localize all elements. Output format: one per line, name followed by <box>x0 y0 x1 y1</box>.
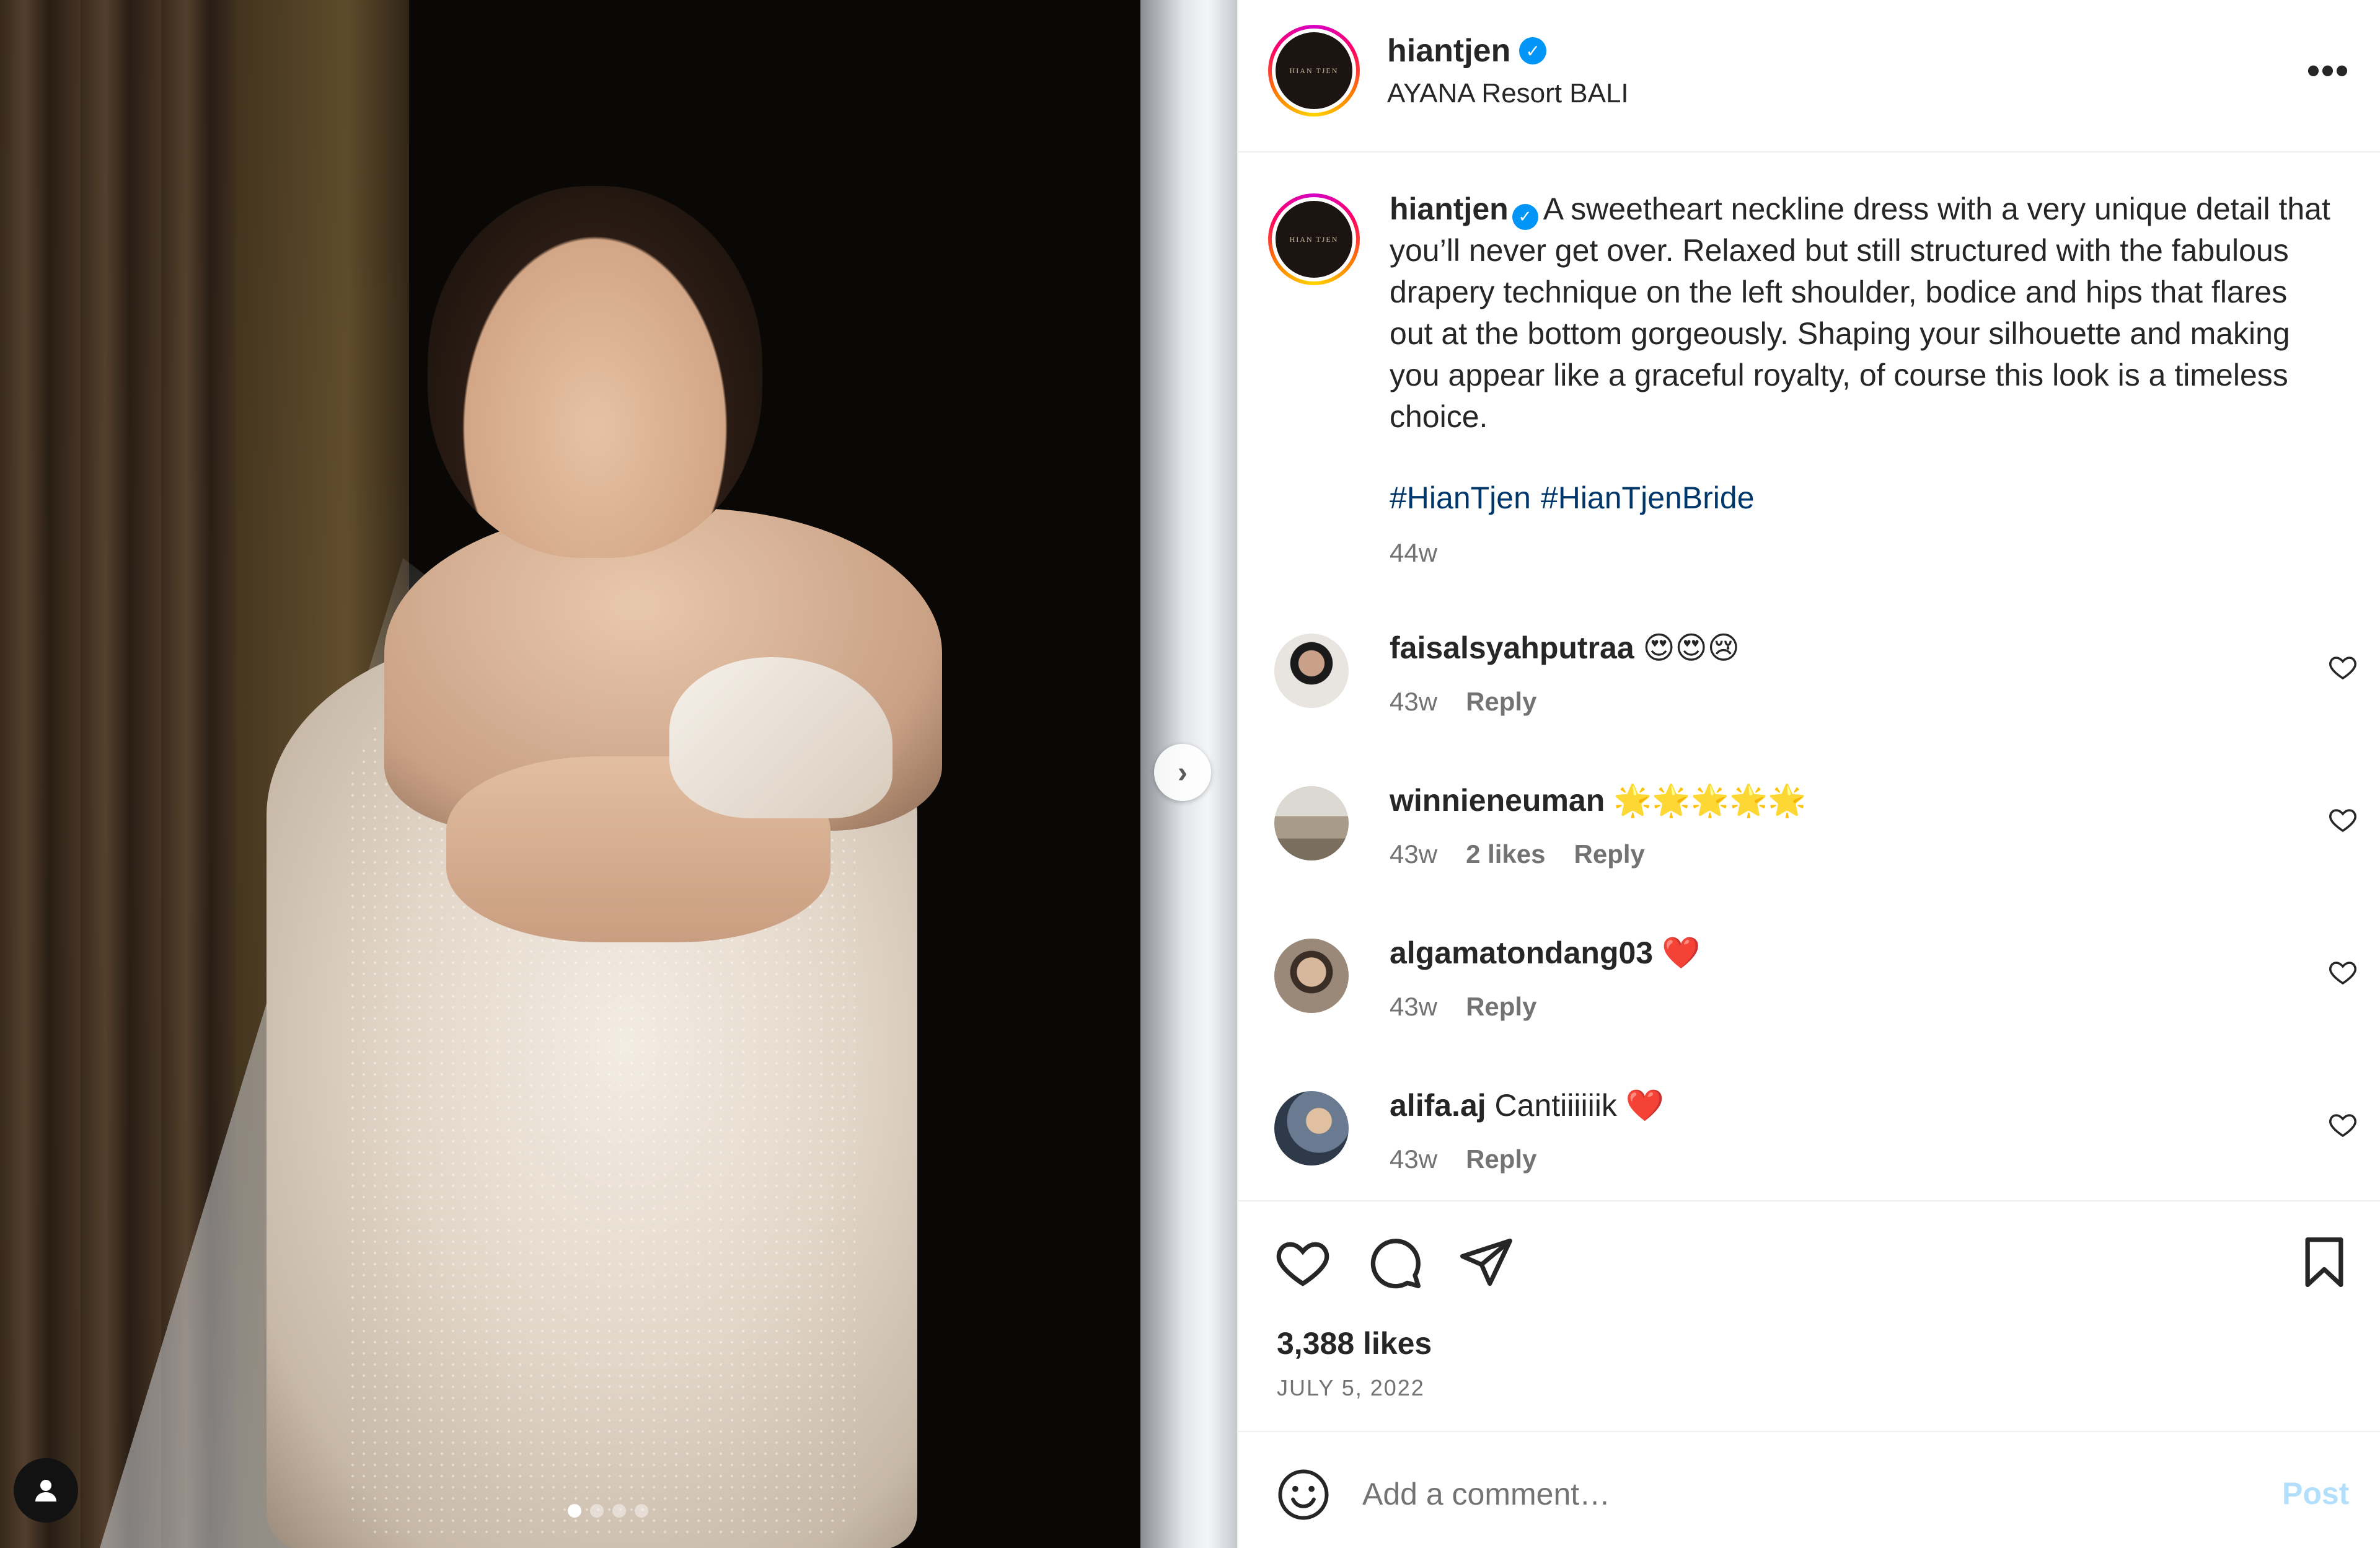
comment-item: faisalsyahputraa 😍😍😢 43w Reply <box>1268 630 2359 754</box>
carousel-dot <box>590 1504 604 1518</box>
more-icon: ••• <box>2307 50 2350 91</box>
carousel-dot <box>612 1504 626 1518</box>
commenter-avatar[interactable] <box>1274 1091 1349 1165</box>
comment-text: algamatondang03 ❤️ <box>1390 935 1700 971</box>
comment-input[interactable] <box>1362 1463 2193 1525</box>
commenter-avatar[interactable] <box>1274 634 1349 708</box>
comment-item: algamatondang03 ❤️ 43w Reply <box>1268 935 2359 1059</box>
commenter-avatar[interactable] <box>1274 939 1349 1013</box>
hashtag-link[interactable]: #HianTjenBride <box>1541 480 1755 516</box>
comment-body: ❤️ <box>1662 935 1701 970</box>
post-header: HIAN TJEN hiantjen ✓ AYANA Resort BALI •… <box>1238 0 2380 153</box>
comment-icon[interactable] <box>1366 1234 1423 1291</box>
post-location[interactable]: AYANA Resort BALI <box>1387 78 1629 109</box>
commenter-username[interactable]: alifa.aj <box>1390 1088 1486 1123</box>
verified-badge-icon: ✓ <box>1512 203 1538 230</box>
comment-body: 😍😍😢 <box>1642 630 1740 665</box>
commenter-username[interactable]: winnieneuman <box>1390 783 1605 818</box>
comment-meta: 43w Reply <box>1390 1144 1536 1174</box>
commenter-username[interactable]: faisalsyahputraa <box>1390 630 1634 665</box>
comment-like-heart-icon[interactable] <box>2328 652 2358 682</box>
comment-like-heart-icon[interactable] <box>2328 1110 2358 1139</box>
emoji-icon[interactable] <box>1276 1467 1331 1523</box>
comment-time: 43w <box>1390 1144 1438 1174</box>
comment-likes-count[interactable]: 2 likes <box>1466 839 1545 869</box>
caption-text: hiantjen ✓ A sweetheart neckline dress wit… <box>1390 188 2338 438</box>
likes-count[interactable]: 3,388 likes <box>1277 1325 1432 1361</box>
comment-reply-button[interactable]: Reply <box>1466 992 1536 1022</box>
comment-item: alifa.aj Cantiiiiiik ❤️ 43w Reply <box>1268 1087 2359 1200</box>
comment-reply-button[interactable]: Reply <box>1574 839 1645 869</box>
like-heart-icon[interactable] <box>1274 1234 1331 1291</box>
commenter-username[interactable]: algamatondang03 <box>1390 935 1653 970</box>
comment-composer: Post <box>1238 1431 2380 1548</box>
author-username[interactable]: hiantjen <box>1387 32 1510 69</box>
caption-hashtags: #HianTjen #HianTjenBride <box>1390 480 1755 516</box>
comment-reply-button[interactable]: Reply <box>1466 1144 1536 1174</box>
carousel-next-button[interactable]: › <box>1154 744 1211 801</box>
comment-time: 43w <box>1390 992 1438 1021</box>
carousel-dot <box>635 1504 648 1518</box>
post-date: JULY 5, 2022 <box>1277 1375 1425 1400</box>
author-username-row: hiantjen ✓ <box>1387 32 1547 69</box>
comment-text: alifa.aj Cantiiiiiik ❤️ <box>1390 1087 1664 1124</box>
caption-username[interactable]: hiantjen <box>1390 192 1509 226</box>
comment-meta: 43w Reply <box>1390 687 1536 717</box>
caption-timestamp: 44w <box>1390 538 1438 567</box>
comment-item: winnieneuman 🌟🌟🌟🌟🌟 43w 2 likes Reply <box>1268 782 2359 906</box>
comment-meta: 43w Reply <box>1390 992 1536 1022</box>
avatar-logo: HIAN TJEN <box>1276 32 1352 109</box>
comment-text: faisalsyahputraa 😍😍😢 <box>1390 630 1740 666</box>
more-options-button[interactable]: ••• <box>2307 52 2350 89</box>
commenter-avatar[interactable] <box>1274 786 1349 860</box>
verified-badge-icon: ✓ <box>1519 37 1547 64</box>
comment-body: 🌟🌟🌟🌟🌟 <box>1613 783 1807 818</box>
carousel-dot <box>568 1504 581 1518</box>
author-avatar[interactable]: HIAN TJEN <box>1268 25 1360 117</box>
comment-reply-button[interactable]: Reply <box>1466 687 1536 717</box>
post-comment-button[interactable]: Post <box>2282 1475 2349 1511</box>
post-actions: 3,388 likes JULY 5, 2022 <box>1238 1200 2380 1431</box>
comments-scroll-area[interactable]: HIAN TJEN hiantjen ✓ A sweetheart neckline… <box>1238 153 2380 1200</box>
chevron-right-icon: › <box>1178 756 1188 789</box>
caption-avatar[interactable]: HIAN TJEN <box>1268 193 1360 285</box>
comment-time: 43w <box>1390 839 1438 869</box>
comment-time: 43w <box>1390 687 1438 716</box>
user-tag-icon <box>35 1480 56 1502</box>
comment-text: winnieneuman 🌟🌟🌟🌟🌟 <box>1390 782 1806 819</box>
bookmark-icon[interactable] <box>2296 1234 2353 1291</box>
bride-head <box>428 186 762 558</box>
comment-body: Cantiiiiiik ❤️ <box>1494 1088 1664 1123</box>
tagged-users-button[interactable] <box>14 1458 78 1523</box>
carousel-dots <box>568 1504 648 1518</box>
post-details-panel: HIAN TJEN hiantjen ✓ AYANA Resort BALI •… <box>1237 0 2380 1548</box>
comment-like-heart-icon[interactable] <box>2328 805 2358 834</box>
comment-like-heart-icon[interactable] <box>2328 957 2358 987</box>
post-media[interactable]: › <box>0 0 1237 1548</box>
comment-meta: 43w 2 likes Reply <box>1390 839 1645 869</box>
share-icon[interactable] <box>1458 1234 1515 1291</box>
hashtag-link[interactable]: #HianTjen <box>1390 480 1531 516</box>
avatar-logo: HIAN TJEN <box>1276 201 1352 278</box>
